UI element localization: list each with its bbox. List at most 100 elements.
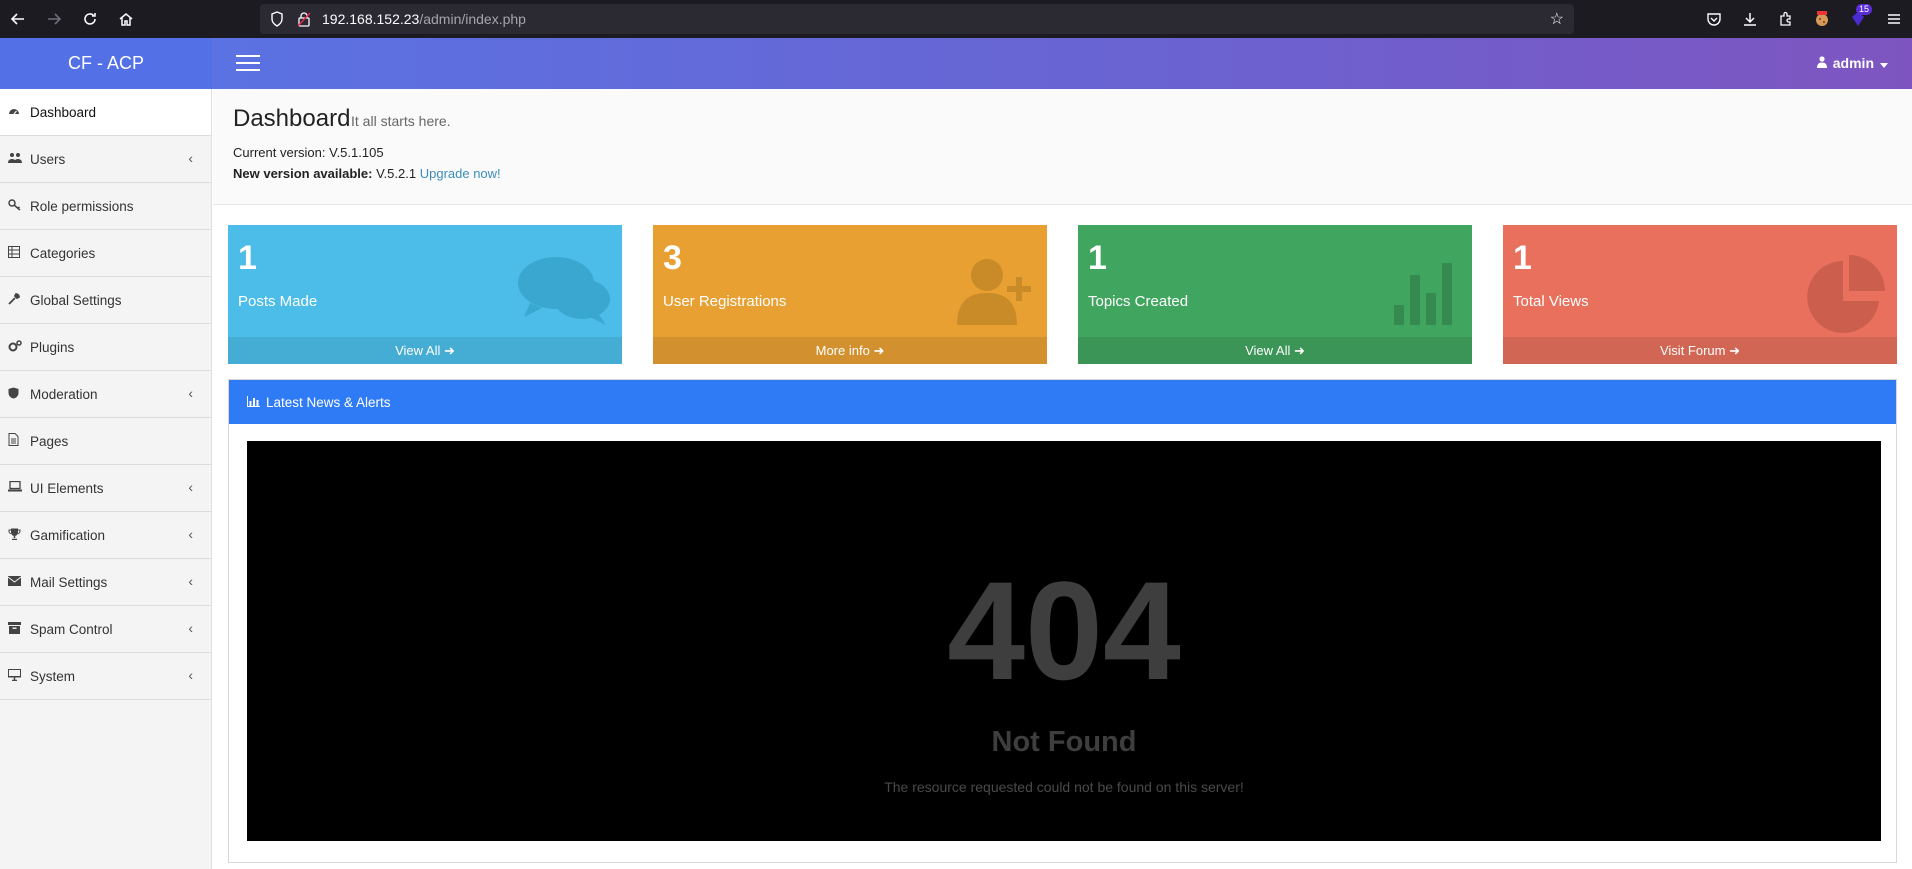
archive-icon (8, 621, 30, 637)
error-title: Not Found (991, 726, 1137, 758)
error-message: The resource requested could not be foun… (884, 779, 1244, 795)
envelope-icon (7, 575, 30, 589)
forward-button[interactable] (36, 0, 72, 38)
news-panel-header: Latest News & Alerts (229, 380, 1896, 424)
sidebar-item-plugins[interactable]: Plugins (0, 324, 211, 371)
chevron-left-icon: ‹ (188, 479, 193, 495)
sidebar-item-ui-elements[interactable]: UI Elements ‹ (0, 465, 211, 512)
stat-label: Topics Created (1088, 293, 1189, 310)
sidebar-item-categories[interactable]: Categories (0, 230, 211, 277)
news-panel: Latest News & Alerts 404 Not Found The r… (228, 379, 1897, 863)
shield-icon (8, 387, 30, 402)
comments-icon (516, 255, 612, 330)
sidebar-item-label: Pages (30, 433, 69, 449)
stat-user-registrations: 3 User Registrations More info ➜ (653, 225, 1047, 364)
address-bar[interactable]: 192.168.152.23/admin/index.php ☆ (260, 4, 1574, 34)
sidebar-toggle-icon[interactable] (236, 55, 260, 73)
top-navbar: admin (212, 38, 1912, 89)
sidebar-item-dashboard[interactable]: Dashboard (0, 89, 211, 136)
view-all-link[interactable]: View All ➜ (228, 337, 622, 364)
content-header: Dashboard It all starts here. Current ve… (213, 89, 1912, 205)
stat-label: User Registrations (663, 293, 787, 310)
url-host: 192.168.152.23 (322, 11, 420, 27)
visit-forum-link[interactable]: Visit Forum ➜ (1503, 337, 1897, 364)
sidebar-item-label: Mail Settings (30, 574, 108, 590)
trophy-icon (8, 528, 30, 543)
chevron-left-icon: ‹ (188, 667, 193, 683)
stat-label: Posts Made (238, 293, 318, 310)
current-version: Current version: V.5.1.105 (233, 145, 384, 160)
sidebar-item-global-settings[interactable]: Global Settings (0, 277, 211, 324)
sidebar-item-label: UI Elements (30, 480, 104, 496)
more-info-link[interactable]: More info ➜ (653, 337, 1047, 364)
footer-link-label: View All (395, 343, 441, 358)
stat-value: 1 (1513, 239, 1532, 277)
laptop-icon (8, 480, 30, 495)
upgrade-link[interactable]: Upgrade now! (420, 166, 501, 181)
stat-label: Total Views (1513, 293, 1589, 310)
user-menu[interactable]: admin (1816, 55, 1888, 71)
desktop-icon (8, 668, 30, 684)
brand-logo[interactable]: CF - ACP (0, 38, 212, 89)
extensions-icon[interactable] (1768, 0, 1804, 38)
bookmark-star-icon[interactable]: ☆ (1550, 9, 1564, 29)
new-version-value: V.5.2.1 (376, 166, 417, 181)
file-icon (8, 433, 30, 449)
menu-icon[interactable] (1876, 0, 1912, 38)
chevron-left-icon: ‹ (188, 150, 193, 166)
stat-posts-made: 1 Posts Made View All ➜ (228, 225, 622, 364)
table-icon (8, 245, 30, 261)
sidebar-item-label: Moderation (30, 386, 98, 402)
sidebar-item-mail-settings[interactable]: Mail Settings ‹ (0, 559, 211, 606)
sidebar-item-gamification[interactable]: Gamification ‹ (0, 512, 211, 559)
wrench-icon (8, 292, 30, 308)
sidebar-item-role-permissions[interactable]: Role permissions (0, 183, 211, 230)
chevron-left-icon: ‹ (188, 385, 193, 401)
arrow-circle-right-icon: ➜ (1729, 342, 1741, 358)
user-plus-icon (951, 255, 1037, 330)
pie-chart-icon (1805, 255, 1887, 340)
shield-icon[interactable] (260, 11, 294, 27)
gem-extension-icon[interactable]: 15 (1840, 0, 1876, 38)
sidebar-item-label: Plugins (30, 339, 75, 355)
user-name: admin (1832, 55, 1874, 71)
sidebar-item-label: Role permissions (30, 198, 134, 214)
page-title: Dashboard (233, 105, 351, 132)
insecure-lock-icon[interactable] (294, 11, 314, 27)
caret-down-icon (1880, 55, 1888, 71)
sidebar-item-label: Spam Control (30, 621, 113, 637)
chevron-left-icon: ‹ (188, 526, 193, 542)
footer-link-label: More info (815, 343, 870, 358)
news-iframe[interactable]: 404 Not Found The resource requested cou… (247, 441, 1881, 841)
stat-total-views: 1 Total Views Visit Forum ➜ (1503, 225, 1897, 364)
chevron-left-icon: ‹ (188, 620, 193, 636)
sidebar-item-system[interactable]: System ‹ (0, 653, 211, 700)
sidebar-item-label: Gamification (30, 527, 106, 543)
downloads-icon[interactable] (1732, 0, 1768, 38)
view-all-link[interactable]: View All ➜ (1078, 337, 1472, 364)
cookie-extension-icon[interactable] (1804, 0, 1840, 38)
page-subtitle: It all starts here. (351, 113, 451, 129)
cogs-icon (8, 339, 30, 355)
chevron-left-icon: ‹ (188, 573, 193, 589)
sidebar-item-spam-control[interactable]: Spam Control ‹ (0, 606, 211, 653)
sidebar-item-moderation[interactable]: Moderation ‹ (0, 371, 211, 418)
stat-value: 1 (1088, 239, 1107, 277)
dashboard-icon (8, 105, 30, 120)
arrow-circle-right-icon: ➜ (1294, 342, 1305, 358)
url-path: /admin/index.php (419, 11, 526, 27)
sidebar-item-users[interactable]: Users ‹ (0, 136, 211, 183)
reload-button[interactable] (72, 0, 108, 38)
sidebar-item-pages[interactable]: Pages (0, 418, 211, 465)
back-button[interactable] (0, 0, 36, 38)
home-button[interactable] (108, 0, 144, 38)
stat-value: 3 (663, 239, 682, 277)
sidebar-item-label: System (30, 668, 76, 684)
sidebar-item-label: Categories (30, 245, 96, 261)
bar-chart-icon (247, 395, 260, 410)
stat-value: 1 (238, 239, 257, 277)
pocket-icon[interactable] (1696, 0, 1732, 38)
url-text: 192.168.152.23/admin/index.php (322, 11, 526, 27)
footer-link-label: View All (1245, 343, 1291, 358)
extension-badge: 15 (1855, 4, 1872, 15)
